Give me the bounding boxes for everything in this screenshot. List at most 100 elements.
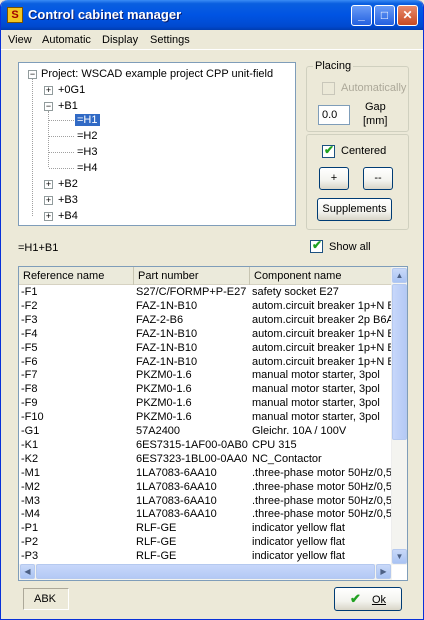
tree-root-project[interactable]: Project: WSCAD example project CPP unit-… bbox=[41, 67, 273, 81]
vertical-scroll-thumb[interactable] bbox=[392, 284, 407, 440]
status-text: ABK bbox=[34, 593, 57, 605]
check-icon: ✔ bbox=[312, 238, 323, 252]
cell-component: CPU 315 bbox=[252, 438, 297, 451]
tree-node-b2[interactable]: +B2 bbox=[58, 177, 78, 191]
menu-automatic[interactable]: Automatic bbox=[42, 34, 91, 46]
tree-node-h3[interactable]: =H3 bbox=[77, 145, 98, 159]
components-grid[interactable]: Reference name Part number Component nam… bbox=[18, 266, 408, 581]
close-button[interactable]: ✕ bbox=[397, 5, 418, 26]
supplements-button[interactable]: Supplements bbox=[317, 198, 392, 221]
horizontal-scroll-thumb[interactable] bbox=[36, 564, 375, 579]
current-path-label: =H1+B1 bbox=[18, 242, 59, 254]
cell-reference: -M4 bbox=[21, 508, 40, 521]
tree-guide-line bbox=[49, 168, 74, 169]
control-cabinet-manager-window: S Control cabinet manager _ □ ✕ View Aut… bbox=[0, 0, 424, 620]
remove-button[interactable]: -- bbox=[363, 167, 393, 190]
centered-checkbox[interactable]: ✔ bbox=[322, 143, 335, 158]
table-row[interactable]: -F9 PKZM0-1.6 manual motor starter, 3pol bbox=[19, 397, 394, 410]
column-header-component[interactable]: Component name bbox=[250, 267, 394, 285]
tree-expand-icon[interactable]: + bbox=[44, 196, 53, 205]
table-row[interactable]: -G1 57A2400 Gleichr. 10A / 100V bbox=[19, 425, 394, 438]
cell-component: .three-phase motor 50Hz/0,55 bbox=[252, 494, 394, 507]
menu-settings[interactable]: Settings bbox=[150, 34, 190, 46]
table-row[interactable]: -P1 RLF-GE indicator yellow flat bbox=[19, 522, 394, 535]
cell-reference: -F8 bbox=[21, 383, 38, 396]
table-row[interactable]: -P2 RLF-GE indicator yellow flat bbox=[19, 536, 394, 549]
show-all-checkbox[interactable]: ✔ bbox=[310, 238, 323, 253]
table-row[interactable]: -F3 FAZ-2-B6 autom.circuit breaker 2p B6A bbox=[19, 314, 394, 327]
add-button[interactable]: + bbox=[319, 167, 349, 190]
table-row[interactable]: -F8 PKZM0-1.6 manual motor starter, 3pol bbox=[19, 383, 394, 396]
cell-part-number: 1LA7083-6AA10 bbox=[136, 494, 217, 507]
tree-node-b1[interactable]: +B1 bbox=[58, 99, 78, 113]
cell-component: indicator yellow flat bbox=[252, 522, 345, 535]
tree-expand-icon[interactable]: + bbox=[44, 180, 53, 189]
tree-node-h1-label: =H1 bbox=[75, 114, 100, 126]
cell-component: autom.circuit breaker 1p+N B10 bbox=[252, 327, 394, 340]
automatically-label: Automatically bbox=[341, 82, 407, 94]
cell-part-number: FAZ-2-B6 bbox=[136, 313, 184, 326]
cell-component: autom.circuit breaker 1p+N B10 bbox=[252, 299, 394, 312]
minimize-button[interactable]: _ bbox=[351, 5, 372, 26]
table-row[interactable]: -F1 S27/C/FORMP+P-E27 safety socket E27 bbox=[19, 286, 394, 299]
tree-guide-line bbox=[49, 152, 74, 153]
cell-part-number: S27/C/FORMP+P-E27 bbox=[136, 286, 247, 298]
title-bar[interactable]: S Control cabinet manager _ □ ✕ bbox=[1, 0, 423, 30]
column-header-part-number[interactable]: Part number bbox=[134, 267, 250, 285]
scroll-down-icon[interactable]: ▼ bbox=[392, 549, 407, 564]
scroll-right-icon[interactable]: ▶ bbox=[376, 564, 391, 579]
table-row[interactable]: -M1 1LA7083-6AA10 .three-phase motor 50Hz/… bbox=[19, 467, 394, 480]
cell-reference: -F9 bbox=[21, 397, 38, 410]
project-tree[interactable]: − Project: WSCAD example project CPP uni… bbox=[18, 62, 296, 226]
tree-expand-icon[interactable]: + bbox=[44, 86, 53, 95]
tree-node-0g1[interactable]: +0G1 bbox=[58, 83, 85, 97]
cell-part-number: RLF-GE bbox=[136, 536, 177, 549]
table-row[interactable]: -F4 FAZ-1N-B10 autom.circuit breaker 1p+N … bbox=[19, 328, 394, 341]
tree-node-h4[interactable]: =H4 bbox=[77, 161, 98, 175]
tree-expand-icon[interactable]: + bbox=[44, 212, 53, 221]
gap-label: Gap bbox=[365, 101, 386, 113]
cell-part-number: FAZ-1N-B10 bbox=[136, 341, 198, 354]
menu-view[interactable]: View bbox=[8, 34, 32, 46]
cell-reference: -K1 bbox=[21, 438, 39, 451]
menu-display[interactable]: Display bbox=[102, 34, 138, 46]
maximize-button[interactable]: □ bbox=[374, 5, 395, 26]
tree-collapse-icon[interactable]: − bbox=[28, 70, 37, 79]
cell-reference: -P2 bbox=[21, 536, 39, 549]
scroll-up-icon[interactable]: ▲ bbox=[392, 268, 407, 283]
ok-button[interactable]: ✔ Ok bbox=[334, 587, 402, 611]
scroll-left-icon[interactable]: ◀ bbox=[20, 564, 35, 579]
cell-reference: -K2 bbox=[21, 452, 39, 465]
table-row[interactable]: -F6 FAZ-1N-B10 autom.circuit breaker 1p+N … bbox=[19, 356, 394, 369]
cell-part-number: FAZ-1N-B10 bbox=[136, 355, 198, 368]
cell-part-number: PKZM0-1.6 bbox=[136, 383, 192, 396]
cell-component: NC_Contactor bbox=[252, 452, 322, 465]
tree-node-h2[interactable]: =H2 bbox=[77, 129, 98, 143]
tree-guide-line bbox=[49, 136, 74, 137]
table-row[interactable]: -K1 6ES7315-1AF00-0AB0 CPU 315 bbox=[19, 439, 394, 452]
tree-collapse-icon[interactable]: − bbox=[44, 102, 53, 111]
table-row[interactable]: -M4 1LA7083-6AA10 .three-phase motor 50Hz/… bbox=[19, 508, 394, 521]
gap-input[interactable]: 0.0 bbox=[318, 105, 350, 125]
table-row[interactable]: -F2 FAZ-1N-B10 autom.circuit breaker 1p+N … bbox=[19, 300, 394, 313]
horizontal-scrollbar[interactable]: ◀ ▶ bbox=[19, 564, 392, 580]
table-row[interactable]: -K2 6ES7323-1BL00-0AA0 NC_Contactor bbox=[19, 453, 394, 466]
table-row[interactable]: -F7 PKZM0-1.6 manual motor starter, 3pol bbox=[19, 369, 394, 382]
window-title: Control cabinet manager bbox=[28, 7, 182, 22]
menu-bar: View Automatic Display Settings bbox=[1, 30, 423, 50]
table-row[interactable]: -F10 PKZM0-1.6 manual motor starter, 3pol bbox=[19, 411, 394, 424]
tree-node-b4[interactable]: +B4 bbox=[58, 209, 78, 223]
cell-part-number: 1LA7083-6AA10 bbox=[136, 466, 217, 479]
table-row[interactable]: -P3 RLF-GE indicator yellow flat bbox=[19, 550, 394, 563]
column-header-reference[interactable]: Reference name bbox=[19, 267, 134, 285]
vertical-scrollbar[interactable]: ▲ ▼ bbox=[391, 267, 407, 565]
cell-reference: -F5 bbox=[21, 341, 38, 354]
table-row[interactable]: -M3 1LA7083-6AA10 .three-phase motor 50Hz/… bbox=[19, 495, 394, 508]
grid-header: Reference name Part number Component nam… bbox=[19, 267, 394, 285]
tree-node-b3[interactable]: +B3 bbox=[58, 193, 78, 207]
cell-component: autom.circuit breaker 1p+N B10 bbox=[252, 355, 394, 368]
cell-part-number: 1LA7083-6AA10 bbox=[136, 480, 217, 493]
tree-node-h1[interactable]: =H1 bbox=[75, 113, 100, 127]
table-row[interactable]: -M2 1LA7083-6AA10 .three-phase motor 50Hz/… bbox=[19, 481, 394, 494]
table-row[interactable]: -F5 FAZ-1N-B10 autom.circuit breaker 1p+N … bbox=[19, 342, 394, 355]
